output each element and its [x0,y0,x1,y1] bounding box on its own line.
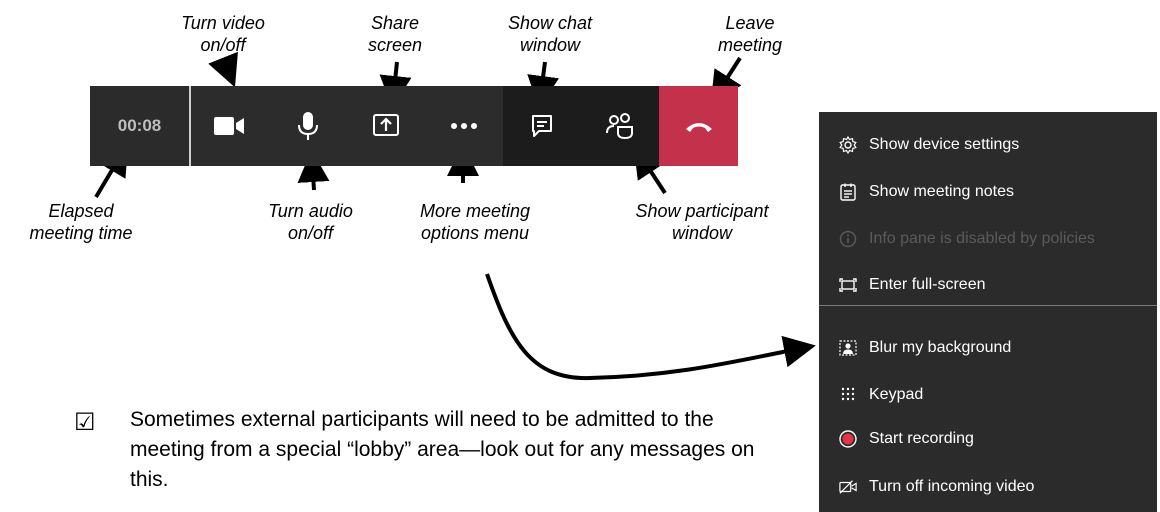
menu-item-label: Info pane is disabled by policies [869,230,1095,247]
microphone-icon [298,112,318,140]
menu-item-label: Show meeting notes [869,183,1014,200]
notes-icon [839,183,857,201]
more-options-button[interactable] [425,86,503,166]
menu-item-info-pane: Info pane is disabled by policies [819,224,1157,254]
elapsed-time: 00:08 [90,86,191,166]
callout-participant: Show participant window [635,201,769,243]
audio-toggle-button[interactable] [269,86,347,166]
keypad-icon [839,386,857,404]
blur-background-icon [839,339,857,357]
share-screen-button[interactable] [347,86,425,166]
callout-audio: Turn audio on/off [268,201,353,243]
callout-elapsed: Elapsed meeting time [29,201,133,243]
participants-button[interactable] [581,86,659,166]
callout-chat: Show chat window [507,13,593,55]
arrow-video [208,51,238,88]
checkbox-icon: ☑ [74,408,96,436]
chat-button[interactable] [503,86,581,166]
menu-item-label: Blur my background [869,339,1012,356]
menu-item-turn-off-video[interactable]: Turn off incoming video [819,472,1157,502]
menu-item-meeting-notes[interactable]: Show meeting notes [819,177,1157,207]
menu-item-device-settings[interactable]: Show device settings [819,130,1157,160]
share-screen-icon [373,114,399,136]
leave-meeting-button[interactable] [659,86,738,166]
menu-item-blur-background[interactable]: Blur my background [819,333,1157,363]
video-off-icon [839,478,857,496]
callout-video: Turn video on/off [181,13,265,55]
menu-item-label: Turn off incoming video [869,478,1035,495]
info-icon [839,230,857,248]
menu-item-label: Show device settings [869,136,1020,153]
chat-icon [532,115,552,137]
more-options-icon [451,123,477,129]
menu-item-label: Enter full-screen [869,276,986,293]
tip-text: Sometimes external participants will nee… [130,408,755,491]
more-options-menu: Show device settings Show meeting notes … [819,112,1157,512]
menu-divider [819,305,1157,306]
video-toggle-button[interactable] [191,86,269,166]
gear-icon [839,136,857,154]
arrow-menu-curve [485,273,816,381]
meeting-toolbar: 00:08 [90,86,738,166]
callout-share: Share screen [367,13,423,55]
fullscreen-icon [839,276,857,294]
callout-more: More meeting options menu [419,201,531,243]
menu-item-label: Keypad [869,386,924,403]
menu-item-start-recording[interactable]: Start recording [819,424,1157,454]
menu-item-keypad[interactable]: Keypad [819,380,1157,410]
callout-leave: Leave meeting [717,13,783,55]
video-camera-icon [214,117,244,135]
hang-up-icon [685,123,712,132]
record-icon [839,430,857,448]
menu-item-full-screen[interactable]: Enter full-screen [819,270,1157,300]
menu-item-label: Start recording [869,430,974,447]
participants-icon [606,113,633,139]
